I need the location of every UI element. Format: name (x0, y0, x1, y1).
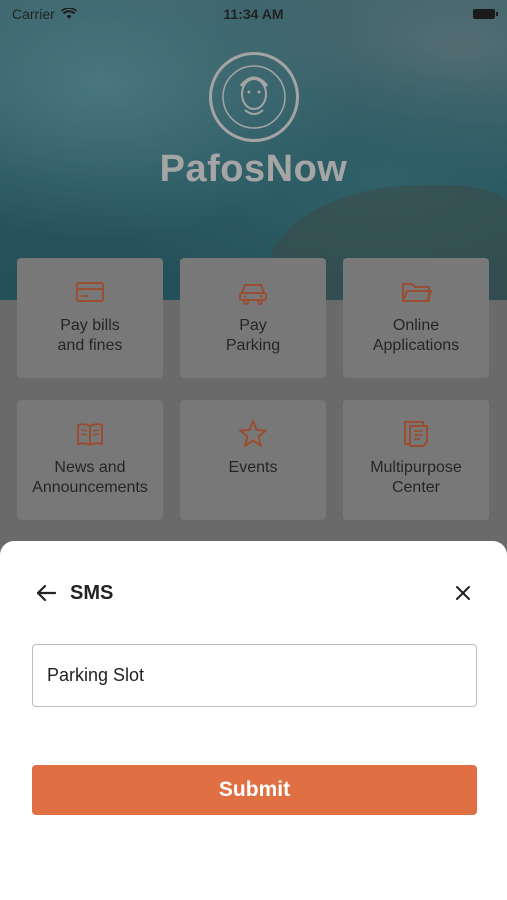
back-button[interactable] (32, 579, 60, 607)
sheet-title: SMS (70, 581, 114, 604)
parking-slot-input[interactable] (32, 644, 477, 707)
sheet-header: SMS (32, 579, 477, 607)
close-icon (456, 586, 470, 600)
arrow-left-icon (36, 584, 57, 602)
close-button[interactable] (449, 579, 477, 607)
submit-button[interactable]: Submit (32, 765, 477, 815)
sms-bottom-sheet: SMS Submit (0, 541, 507, 900)
